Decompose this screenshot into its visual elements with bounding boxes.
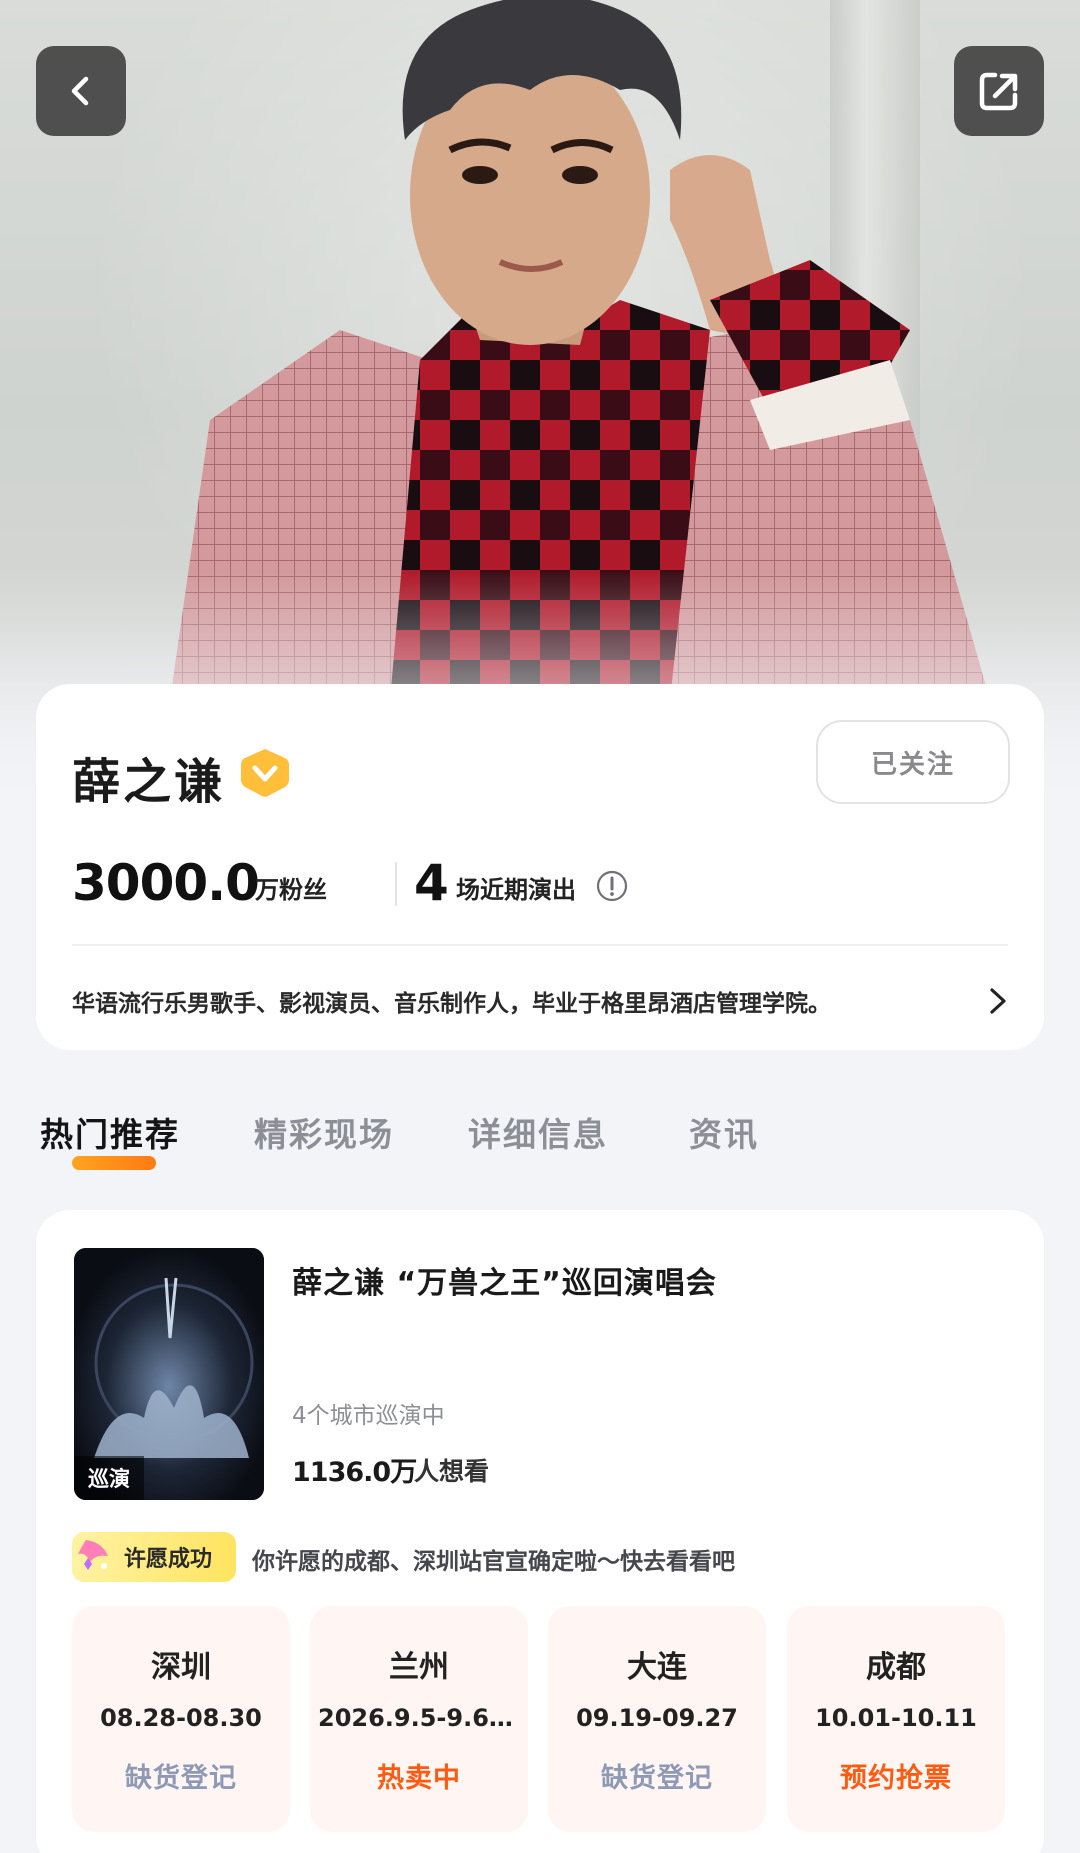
tab-news[interactable]: 资讯	[689, 1108, 759, 1156]
share-icon	[979, 72, 1018, 111]
active-tab-indicator	[72, 1156, 156, 1170]
want-count: 1136.0万	[292, 1457, 417, 1488]
city-dates: 10.01-10.11	[815, 1704, 977, 1732]
city-tile-shenzhen[interactable]: 深圳 08.28-08.30 缺货登记	[72, 1606, 290, 1832]
shows-label: 场近期演出	[456, 876, 576, 904]
poster-tour-tag: 巡演	[74, 1456, 144, 1500]
share-button[interactable]	[954, 46, 1044, 136]
concert-card[interactable]: 巡演 薛之谦 “万兽之王”巡回演唱会 4个城市巡演中 1136.0万 人想看 许…	[36, 1210, 1044, 1853]
city-status: 缺货登记	[601, 1763, 713, 1794]
artist-name: 薛之谦	[72, 754, 226, 810]
follow-button[interactable]: 已关注	[816, 720, 1010, 804]
info-icon[interactable]	[596, 870, 628, 902]
city-tile-lanzhou[interactable]: 兰州 2026.9.5-9.6/9.12 热卖中	[310, 1606, 528, 1832]
shows-count: 4	[414, 854, 449, 912]
concert-poster[interactable]: 巡演	[74, 1248, 264, 1500]
city-name: 深圳	[151, 1650, 211, 1685]
city-name: 大连	[627, 1650, 687, 1685]
city-dates: 08.28-08.30	[100, 1704, 262, 1732]
verified-icon	[241, 749, 289, 797]
artist-profile-card: 薛之谦 已关注 3000.0 万粉丝 4 场近期演出 华语流行乐男歌手、影视演员…	[36, 684, 1044, 1050]
cities-touring: 4个城市巡演中	[292, 1403, 445, 1429]
chevron-left-icon	[71, 76, 89, 106]
tab-hot-recommend[interactable]: 热门推荐	[40, 1108, 180, 1156]
city-tile-chengdu[interactable]: 成都 10.01-10.11 预约抢票	[787, 1606, 1005, 1832]
back-button[interactable]	[36, 46, 126, 136]
city-tile-dalian[interactable]: 大连 09.19-09.27 缺货登记	[548, 1606, 766, 1832]
city-status: 预约抢票	[840, 1763, 952, 1794]
wish-success-badge: 许愿成功	[72, 1532, 236, 1582]
wish-badge-label: 许愿成功	[124, 1547, 213, 1572]
city-name: 成都	[866, 1650, 926, 1685]
fans-count: 3000.0	[72, 854, 260, 912]
card-divider	[72, 944, 1008, 946]
chevron-right-icon[interactable]	[986, 984, 1010, 1018]
content-tabs: 热门推荐 精彩现场 详细信息 资讯	[36, 1108, 1044, 1178]
city-dates: 2026.9.5-9.6/9.12	[318, 1704, 520, 1732]
artist-stats: 3000.0 万粉丝 4 场近期演出	[72, 854, 1012, 924]
city-name: 兰州	[389, 1650, 449, 1685]
city-status: 缺货登记	[125, 1763, 237, 1794]
wish-star-icon	[78, 1540, 108, 1570]
artist-bio[interactable]: 华语流行乐男歌手、影视演员、音乐制作人，毕业于格里昂酒店管理学院。	[72, 984, 952, 1018]
want-label: 人想看	[414, 1457, 490, 1486]
tab-live-highlights[interactable]: 精彩现场	[254, 1108, 394, 1156]
tab-details[interactable]: 详细信息	[468, 1108, 608, 1156]
city-status: 热卖中	[377, 1763, 461, 1794]
wish-message[interactable]: 你许愿的成都、深圳站官宣确定啦～快去看看吧	[252, 1542, 735, 1576]
city-dates: 09.19-09.27	[576, 1704, 738, 1732]
concert-title[interactable]: 薛之谦 “万兽之王”巡回演唱会	[292, 1258, 1012, 1302]
fans-unit: 万粉丝	[255, 876, 327, 904]
stats-divider	[395, 862, 397, 906]
